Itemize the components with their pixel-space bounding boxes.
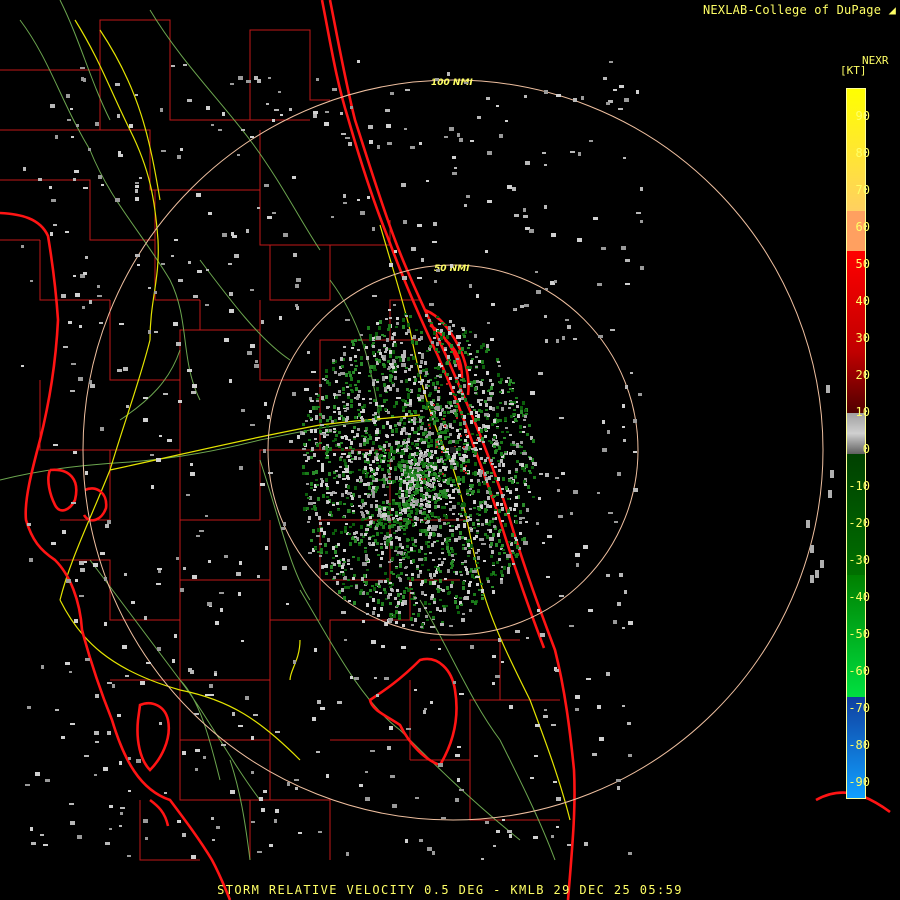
- scale-tick-label: 0: [862, 442, 870, 456]
- scale-tick-label: 90: [855, 109, 870, 123]
- scale-tick-label: 10: [855, 405, 870, 419]
- scale-tick-label: -70: [848, 701, 870, 715]
- scale-tick-label: -90: [848, 775, 870, 789]
- radar-map: 50 NMI 100 NMI: [0, 0, 891, 900]
- scale-tick-label: -60: [848, 664, 870, 678]
- scale-tick-label: -50: [848, 627, 870, 641]
- credit-text: NEXLAB-College of DuPage ◢: [702, 3, 896, 17]
- scale-tick-label: -80: [848, 738, 870, 752]
- velocity-unit: [KT]: [840, 64, 867, 77]
- logo-icon: ◢: [881, 3, 896, 17]
- scale-tick-label: 30: [855, 331, 870, 345]
- scale-tick-label: 20: [855, 368, 870, 382]
- scale-tick-label: 40: [855, 294, 870, 308]
- scale-tick-label: -10: [848, 479, 870, 493]
- scale-tick-label: 70: [855, 183, 870, 197]
- scale-tick-label: 60: [855, 220, 870, 234]
- scale-tick-label: -30: [848, 553, 870, 567]
- scale-tick-label: -20: [848, 516, 870, 530]
- product-caption: STORM RELATIVE VELOCITY 0.5 DEG - KMLB 2…: [217, 883, 683, 897]
- velocity-echoes: [21, 60, 834, 860]
- scale-tick-label: -40: [848, 590, 870, 604]
- scale-tick-label: 50: [855, 257, 870, 271]
- scale-tick-label: 80: [855, 146, 870, 160]
- radar-site-marker: [450, 447, 456, 453]
